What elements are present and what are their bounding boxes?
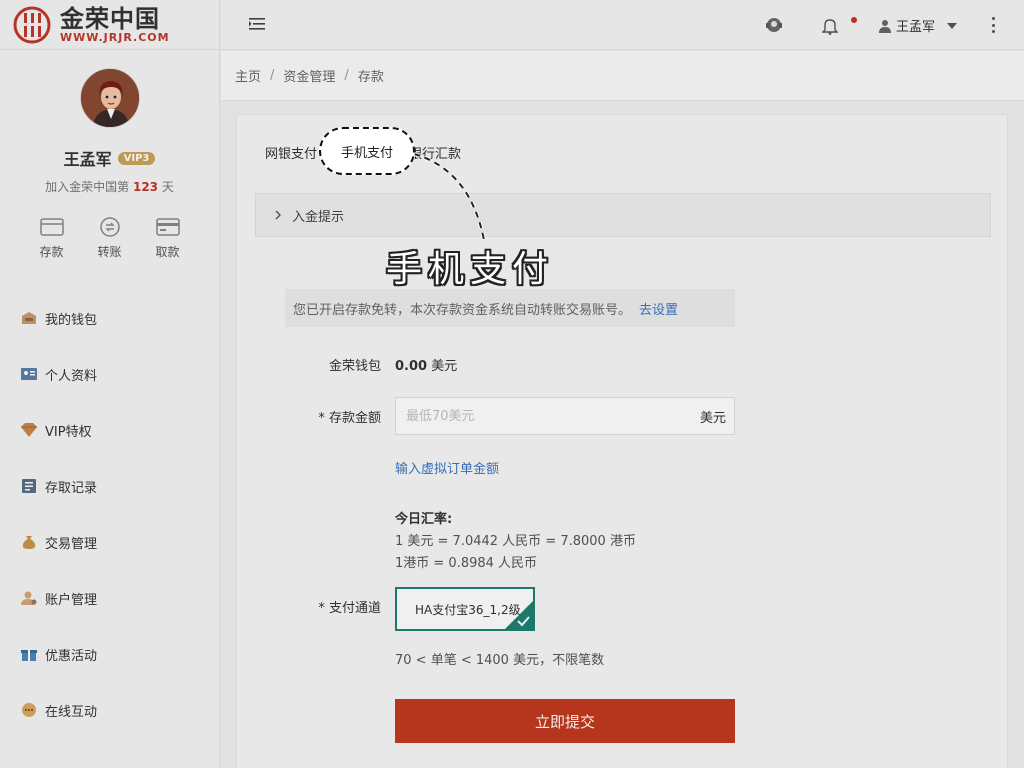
exchange-rate-block: 今日汇率: 1 美元 = 7.0442 人民币 = 7.8000 港币 1港币 …: [395, 509, 636, 575]
breadcrumb-separator: /: [344, 68, 349, 83]
sidebar-menu: 我的钱包 个人资料 VIP特权 存取记录 交易管理 账户管理 优惠活动 在线互动: [0, 290, 219, 738]
sidebar-item-label: 在线互动: [45, 704, 98, 720]
sidebar-item-account[interactable]: 账户管理: [0, 570, 219, 626]
wallet-icon: [22, 312, 36, 324]
quick-withdraw[interactable]: 取款: [155, 217, 181, 260]
amount-unit: 美元: [699, 410, 726, 426]
top-bar: 王孟军: [221, 0, 1024, 50]
limit-text: 70 < 单笔 < 1400 美元，不限笔数: [395, 653, 605, 668]
sidebar-item-label: 存取记录: [45, 480, 98, 496]
wallet-amount: 0.00: [395, 359, 428, 374]
profile-name: 王孟军: [63, 150, 112, 169]
rate-title: 今日汇率:: [395, 512, 453, 527]
rate-line-2: 1港币 = 0.8984 人民币: [395, 556, 538, 571]
breadcrumb-deposit: 存款: [357, 70, 384, 85]
wallet-unit: 美元: [431, 359, 458, 374]
quick-deposit-label: 存款: [39, 245, 64, 259]
amount-field[interactable]: 美元: [395, 397, 735, 435]
diamond-icon: [21, 423, 37, 437]
transfer-icon: [99, 217, 120, 237]
wallet-balance: 0.00 美元: [395, 355, 457, 374]
sidebar-item-records[interactable]: 存取记录: [0, 458, 219, 514]
sidebar-item-vip[interactable]: VIP特权: [0, 402, 219, 458]
breadcrumb-separator: /: [270, 68, 275, 83]
deposit-panel: 网银支付 银行汇款 入金提示 您已开启存款免转，本次存款资金系统自动转账交易账号…: [236, 114, 1008, 768]
vip-badge: VIP3: [117, 151, 156, 165]
sidebar-item-label: 交易管理: [45, 536, 98, 552]
deposit-tips-panel[interactable]: 入金提示: [255, 193, 991, 237]
chevron-right-icon: [275, 210, 281, 220]
sidebar: 金荣中国 WWW.JRJR.COM 王孟军 VIP3 加入金荣中国第 123 天: [0, 0, 220, 768]
notice-settings-link[interactable]: 去设置: [639, 299, 678, 318]
sidebar-item-chat[interactable]: 在线互动: [0, 682, 219, 738]
sidebar-item-label: VIP特权: [45, 424, 92, 440]
chat-icon: [22, 703, 36, 717]
user-menu[interactable]: 王孟军: [878, 16, 958, 35]
channel-label: * 支付通道: [318, 601, 381, 616]
brand-name: 金荣中国: [60, 4, 160, 33]
bell-icon[interactable]: [822, 17, 838, 35]
sidebar-item-label: 我的钱包: [45, 312, 98, 328]
more-options-icon[interactable]: [991, 17, 995, 33]
notice-text: 您已开启存款免转，本次存款资金系统自动转账交易账号。: [293, 302, 632, 318]
caret-down-icon: [947, 22, 958, 29]
sidebar-item-label: 优惠活动: [45, 648, 98, 664]
profile: 王孟军 VIP3 加入金荣中国第 123 天: [0, 50, 219, 195]
auto-transfer-notice: 您已开启存款免转，本次存款资金系统自动转账交易账号。 去设置: [285, 289, 735, 327]
menu-toggle-icon[interactable]: [249, 17, 265, 31]
support-icon[interactable]: [765, 16, 783, 34]
join-days: 123: [132, 180, 159, 194]
sidebar-item-label: 个人资料: [45, 368, 98, 384]
tab-mobile-pay[interactable]: 手机支付: [319, 127, 415, 175]
sidebar-item-label: 账户管理: [45, 592, 98, 608]
header-user-name: 王孟军: [896, 20, 936, 35]
breadcrumb: 主页 / 资金管理 / 存款: [221, 51, 1024, 101]
quick-deposit[interactable]: 存款: [39, 217, 65, 260]
records-icon: [22, 479, 36, 493]
tab-online-bank[interactable]: 网银支付: [265, 143, 317, 162]
rate-line-1: 1 美元 = 7.0442 人民币 = 7.8000 港币: [395, 534, 636, 549]
virtual-order-link[interactable]: 输入虚拟订单金额: [395, 458, 499, 477]
submit-button[interactable]: 立即提交: [395, 699, 735, 743]
check-icon: [505, 601, 533, 629]
quick-transfer-label: 转账: [97, 245, 122, 259]
join-suffix: 天: [161, 180, 174, 194]
amount-label: * 存款金额: [318, 411, 381, 426]
logo[interactable]: 金荣中国 WWW.JRJR.COM: [0, 0, 219, 50]
gift-icon: [21, 650, 37, 661]
breadcrumb-funds[interactable]: 资金管理: [283, 66, 335, 85]
join-prefix: 加入金荣中国第: [45, 180, 130, 194]
sidebar-item-promotions[interactable]: 优惠活动: [0, 626, 219, 682]
withdraw-card-icon: [155, 218, 180, 236]
user-icon: [879, 19, 891, 33]
amount-input[interactable]: [406, 408, 656, 424]
deposit-tips-label: 入金提示: [292, 209, 345, 225]
money-bag-icon: [22, 536, 36, 549]
quick-withdraw-label: 取款: [155, 245, 180, 259]
avatar[interactable]: [79, 68, 140, 128]
breadcrumb-home[interactable]: 主页: [235, 66, 261, 85]
join-info: 加入金荣中国第 123 天: [0, 178, 219, 195]
quick-transfer[interactable]: 转账: [97, 217, 123, 260]
payment-channel-option[interactable]: HA支付宝36_1,2级: [395, 587, 535, 631]
annotation-connector: [413, 152, 486, 241]
wallet-label: 金荣钱包: [328, 359, 381, 374]
quick-actions: 存款 转账 取款: [0, 217, 219, 260]
deposit-card-icon: [39, 218, 64, 236]
notification-dot: [851, 17, 857, 23]
sidebar-item-trading[interactable]: 交易管理: [0, 514, 219, 570]
user-settings-icon: [21, 591, 37, 605]
logo-mark-icon: [13, 6, 51, 43]
sidebar-item-profile[interactable]: 个人资料: [0, 346, 219, 402]
annotation-label: 手机支付: [386, 249, 555, 290]
brand-url: WWW.JRJR.COM: [60, 30, 170, 44]
id-card-icon: [21, 368, 37, 380]
sidebar-item-wallet[interactable]: 我的钱包: [0, 290, 219, 346]
avatar-icon: [80, 69, 139, 127]
